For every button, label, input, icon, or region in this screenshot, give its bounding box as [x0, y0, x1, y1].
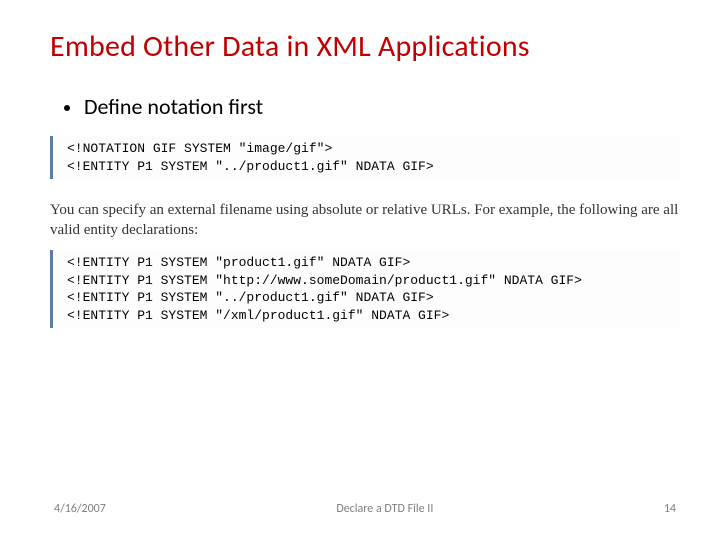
footer-page-number: 14 — [664, 502, 676, 516]
bullet-dot-icon — [64, 105, 70, 111]
code-block-2: <!ENTITY P1 SYSTEM "product1.gif" NDATA … — [50, 250, 680, 328]
slide: Embed Other Data in XML Applications Def… — [0, 0, 720, 540]
code-block-1: <!NOTATION GIF SYSTEM "image/gif"> <!ENT… — [50, 136, 680, 179]
bullet-text: Define notation first — [84, 93, 263, 120]
paragraph: You can specify an external filename usi… — [50, 201, 680, 240]
footer-title: Declare a DTD File II — [106, 502, 664, 516]
slide-title: Embed Other Data in XML Applications — [50, 28, 680, 65]
footer-date: 4/16/2007 — [54, 502, 106, 516]
footer: 4/16/2007 Declare a DTD File II 14 — [0, 502, 720, 516]
bullet-item: Define notation first — [64, 93, 680, 120]
